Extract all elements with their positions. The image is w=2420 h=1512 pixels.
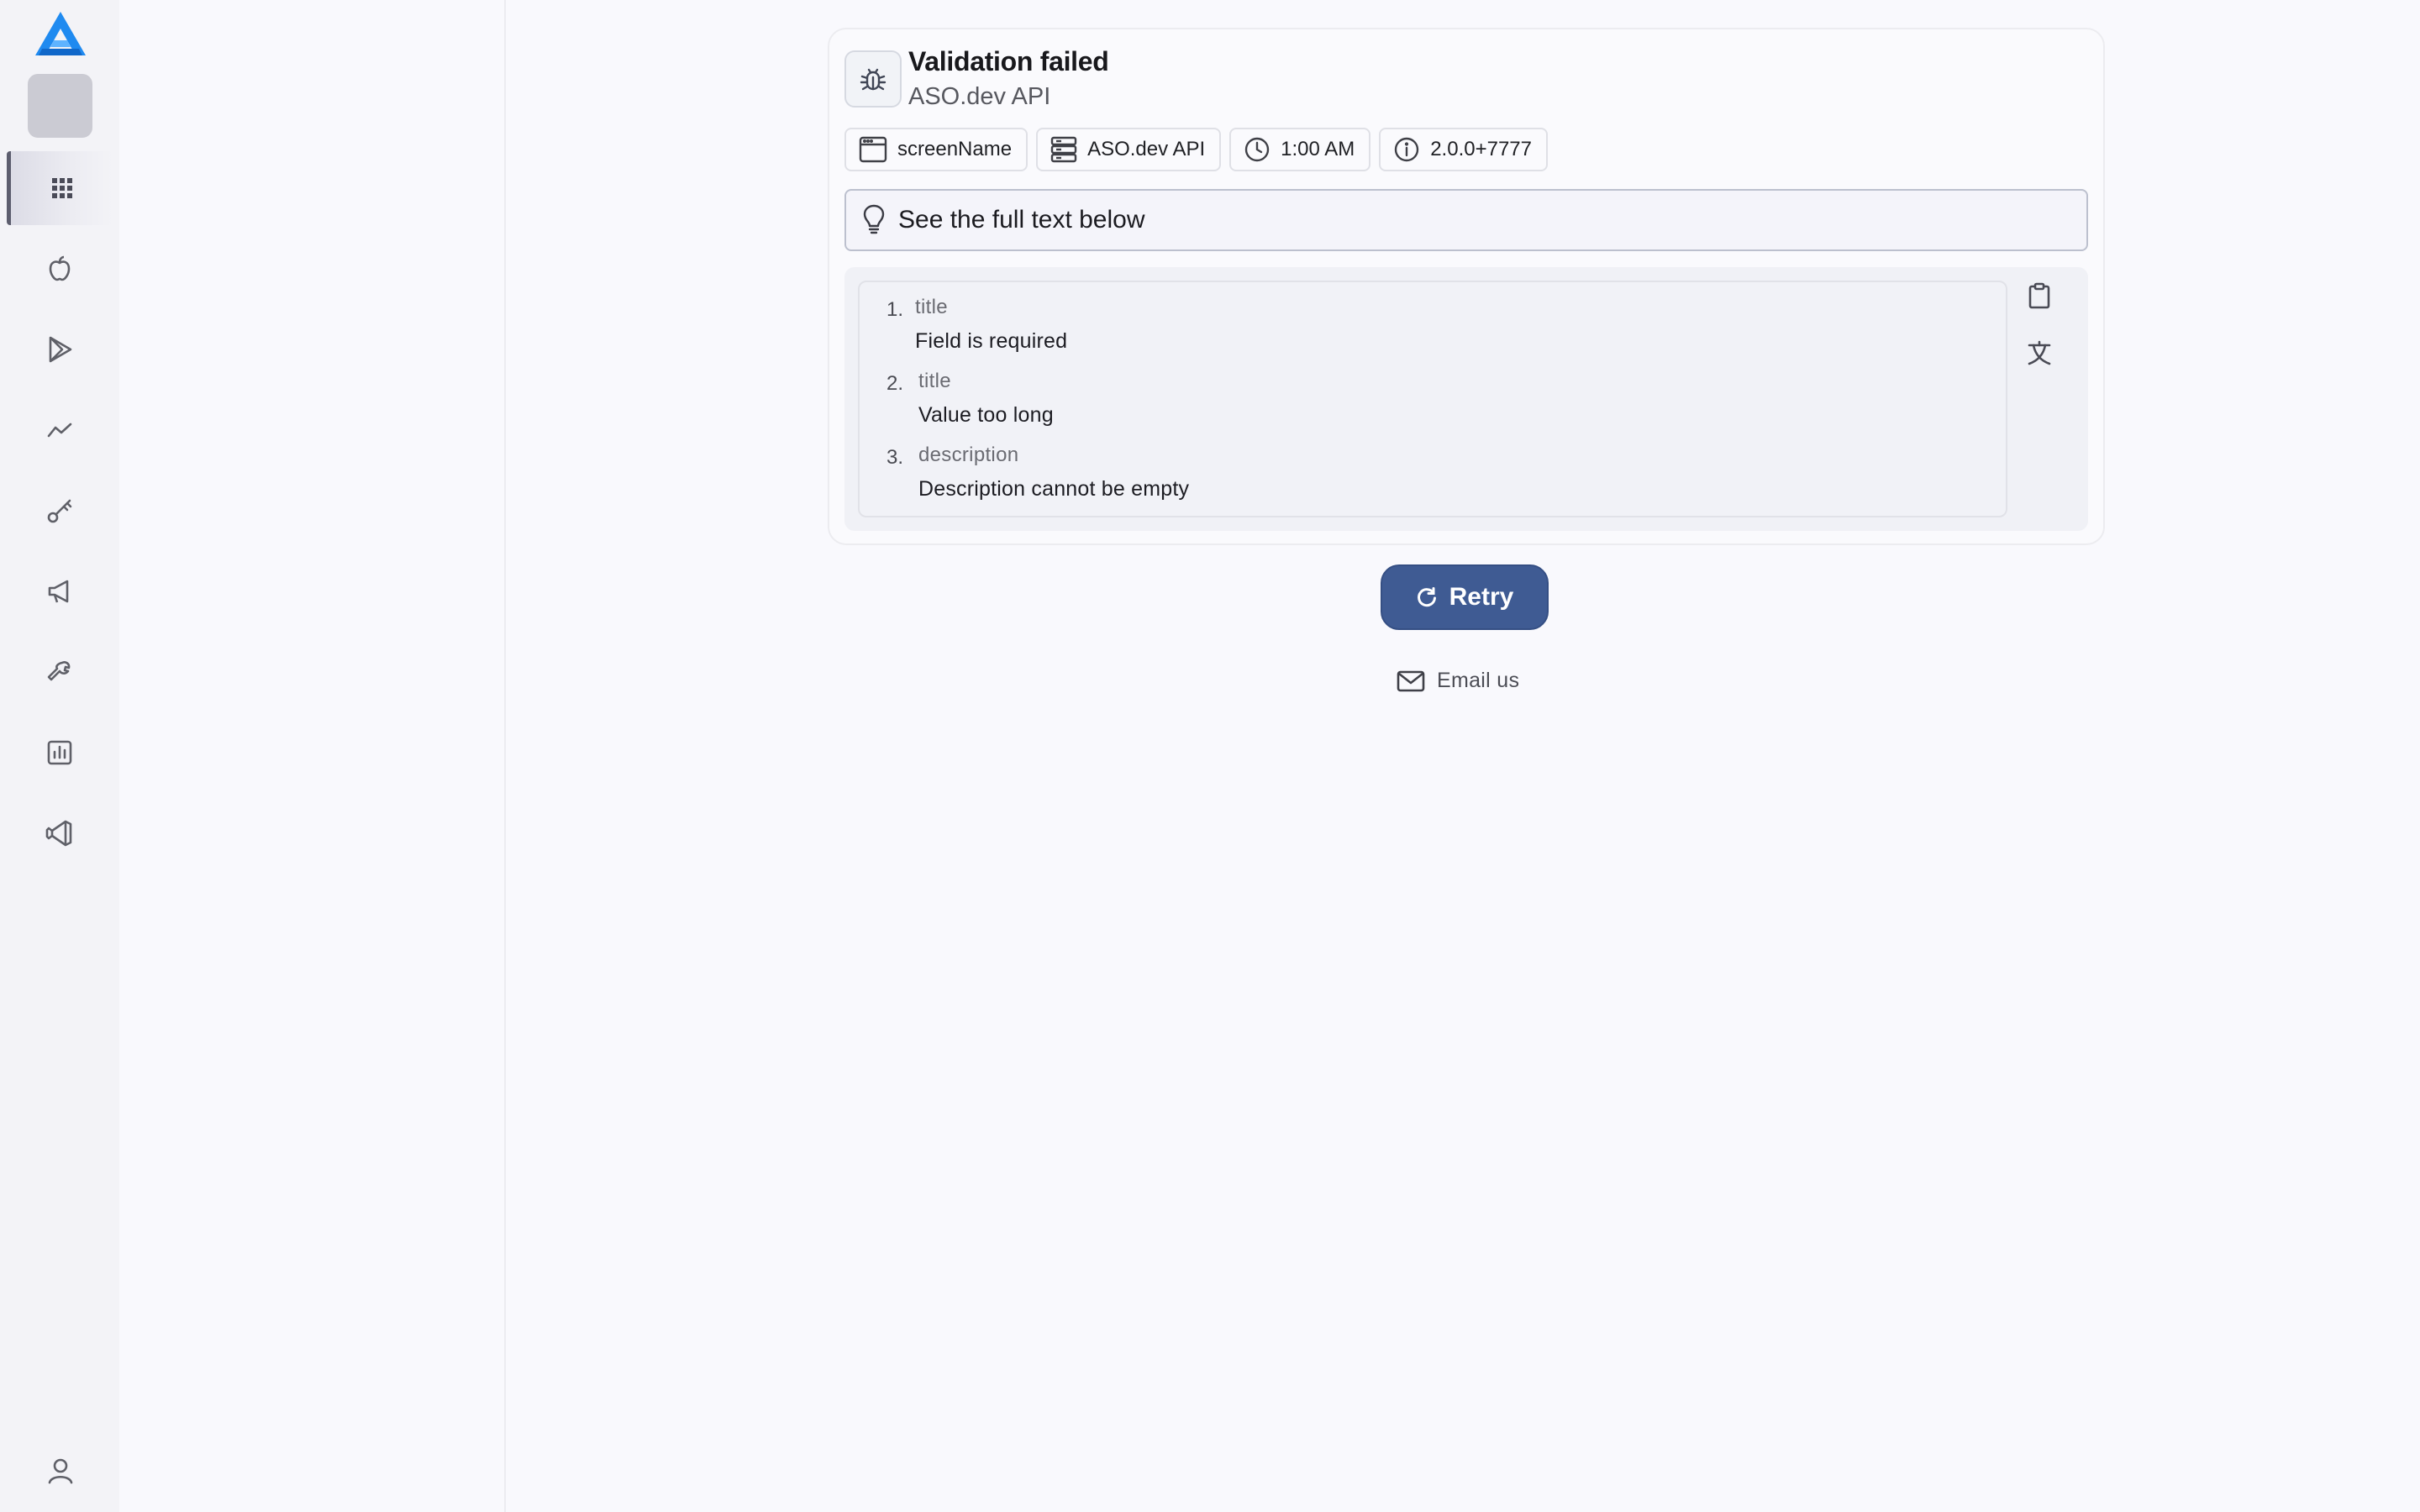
app-avatar[interactable]	[28, 74, 92, 138]
translate-icon	[2027, 340, 2052, 365]
item-message: Description cannot be empty	[918, 477, 1190, 501]
apple-icon	[45, 255, 74, 283]
item-field: title	[918, 370, 951, 392]
chip-source-label: ASO.dev API	[1087, 138, 1206, 160]
info-icon	[1393, 136, 1420, 163]
chip-time[interactable]: 1:00 AM	[1229, 128, 1371, 171]
sidebar-item-google-play[interactable]	[7, 312, 113, 386]
sidebar-item-integrations[interactable]	[7, 796, 113, 870]
translate-button[interactable]	[2023, 334, 2056, 371]
item-number: 2.	[886, 372, 904, 395]
item-message: Value too long	[918, 403, 1054, 427]
chip-time-label: 1:00 AM	[1281, 138, 1355, 160]
vscode-icon	[45, 819, 74, 848]
copy-button[interactable]	[2023, 277, 2056, 314]
error-list: 1. title Field is required 2. title Valu…	[858, 281, 2007, 517]
megaphone-icon	[45, 577, 74, 606]
lightbulb-icon	[861, 204, 886, 236]
window-icon	[859, 135, 887, 164]
retry-button[interactable]: Retry	[1381, 564, 1549, 630]
sidebar-item-tools[interactable]	[7, 635, 113, 709]
account-button[interactable]	[37, 1450, 84, 1492]
sidebar-item-keywords[interactable]	[7, 474, 113, 548]
hint-banner: See the full text below	[844, 189, 2088, 251]
bug-icon	[844, 50, 902, 108]
sidebar-item-apps[interactable]	[7, 151, 113, 225]
refresh-icon	[1416, 586, 1438, 608]
sidebar-item-analytics[interactable]	[7, 393, 113, 467]
item-number: 3.	[886, 446, 904, 469]
error-meta-chips: screenName ASO.dev API 1:00 AM 2.0.0+777…	[844, 128, 1548, 171]
tools-icon	[45, 658, 74, 686]
sidebar	[0, 0, 121, 1512]
chip-version[interactable]: 2.0.0+7777	[1379, 128, 1548, 171]
error-title: Validation failed	[908, 46, 1109, 76]
key-icon	[45, 496, 74, 525]
mail-icon	[1397, 669, 1425, 693]
chip-version-label: 2.0.0+7777	[1430, 138, 1532, 160]
clock-icon	[1244, 136, 1270, 163]
item-field: description	[918, 444, 1019, 466]
trend-chart-icon	[45, 416, 74, 444]
chip-source[interactable]: ASO.dev API	[1036, 128, 1222, 171]
email-label: Email us	[1437, 669, 1520, 692]
chip-screen-label: screenName	[897, 138, 1013, 160]
item-field: title	[915, 296, 948, 318]
clipboard-icon	[2028, 282, 2051, 309]
sidebar-item-app-store[interactable]	[7, 232, 113, 306]
item-message: Field is required	[915, 329, 1068, 353]
google-play-icon	[45, 335, 74, 364]
aso-dev-logo-icon[interactable]	[34, 10, 87, 57]
secondary-panel	[119, 0, 506, 1512]
email-us-link[interactable]: Email us	[1397, 669, 1519, 693]
retry-label: Retry	[1449, 583, 1514, 611]
item-number: 1.	[886, 298, 904, 321]
error-details: 1. title Field is required 2. title Valu…	[844, 267, 2088, 531]
sidebar-item-reports[interactable]	[7, 716, 113, 790]
user-icon	[46, 1457, 75, 1485]
sidebar-item-campaigns[interactable]	[7, 554, 113, 628]
bar-chart-icon	[46, 739, 73, 766]
error-subtitle: ASO.dev API	[908, 83, 1051, 110]
chip-screen[interactable]: screenName	[844, 128, 1028, 171]
apps-grid-icon	[50, 176, 74, 200]
hint-text: See the full text below	[898, 206, 1145, 234]
error-card: Validation failed ASO.dev API screenName…	[828, 28, 2105, 545]
server-icon	[1050, 136, 1077, 163]
